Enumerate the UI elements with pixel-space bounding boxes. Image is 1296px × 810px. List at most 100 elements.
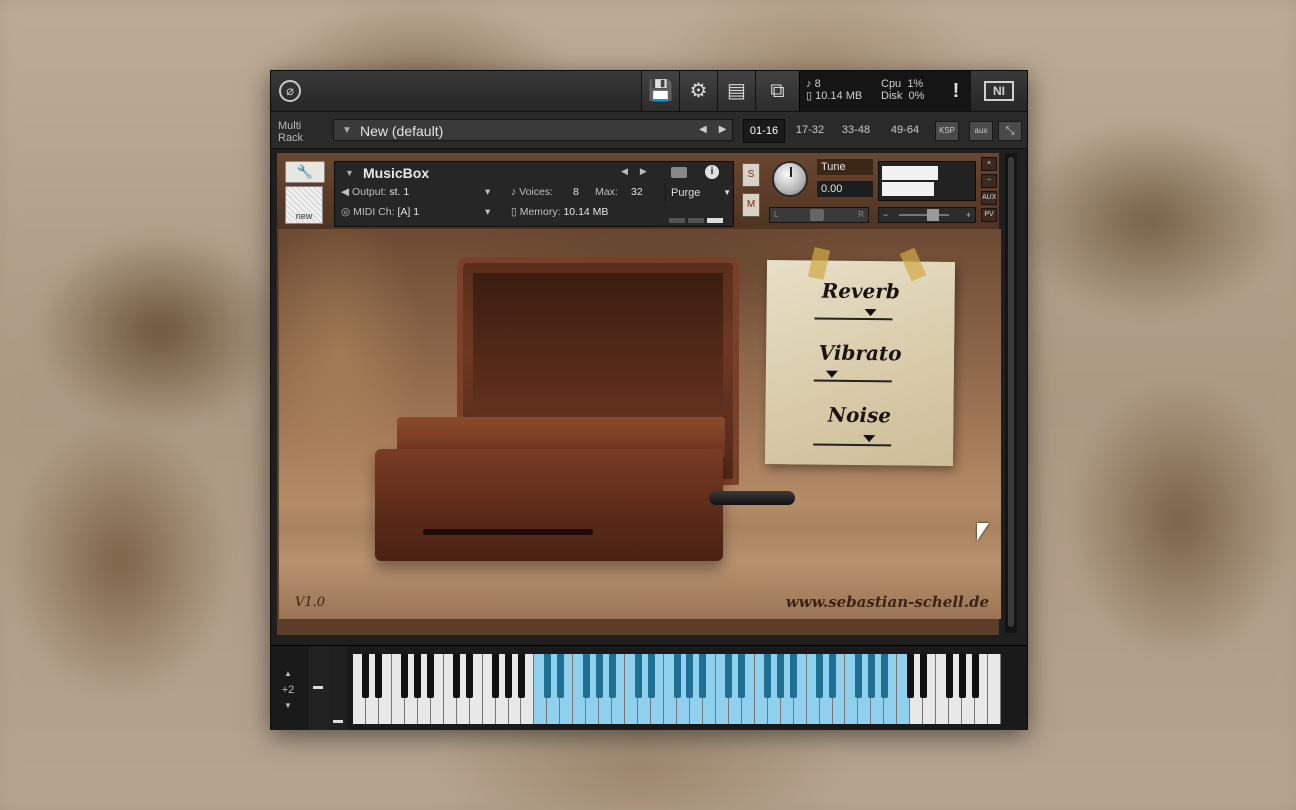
volume-handle[interactable]: [927, 209, 939, 221]
output-row[interactable]: ◀ Output: st. 1 ▾: [341, 186, 490, 198]
mod-wheel[interactable]: [329, 646, 347, 730]
wrench-icon[interactable]: 🔧: [285, 161, 325, 183]
black-key[interactable]: [556, 654, 564, 698]
tune-value[interactable]: 0.00: [817, 181, 873, 197]
vibrato-slider[interactable]: [813, 379, 892, 383]
volume-minus[interactable]: −: [883, 208, 888, 222]
black-key[interactable]: [453, 654, 461, 698]
black-key[interactable]: [945, 654, 953, 698]
black-key[interactable]: [790, 654, 798, 698]
page-tab-49-64[interactable]: 49-64: [883, 119, 927, 141]
black-key[interactable]: [906, 654, 914, 698]
black-key[interactable]: [880, 654, 888, 698]
black-key[interactable]: [427, 654, 435, 698]
rack-scrollbar[interactable]: [1005, 153, 1017, 633]
disk-label: Disk: [881, 90, 903, 102]
black-key[interactable]: [543, 654, 551, 698]
tune-knob[interactable]: [772, 161, 808, 197]
instrument-info-panel: ▼ MusicBox ◀▶ i ◀ Output: st. 1 ▾ ◎ MIDI…: [334, 161, 734, 227]
page-tab-33-48[interactable]: 33-48: [835, 119, 877, 141]
black-key[interactable]: [816, 654, 824, 698]
chevron-down-icon[interactable]: ▾: [485, 206, 490, 218]
pan-handle[interactable]: [810, 209, 824, 221]
max-value[interactable]: 32: [631, 186, 643, 198]
page-tab-01-16[interactable]: 01-16: [743, 119, 785, 143]
black-key[interactable]: [647, 654, 655, 698]
purge-menu[interactable]: Purge ▼: [665, 184, 737, 202]
multi-rack-label-line2: Rack: [278, 132, 304, 144]
black-key[interactable]: [738, 654, 746, 698]
minimize-icon[interactable]: −: [981, 174, 997, 188]
black-key[interactable]: [634, 654, 642, 698]
midi-row[interactable]: ◎ MIDI Ch: [A] 1 ▾: [341, 206, 490, 218]
black-key[interactable]: [582, 654, 590, 698]
black-key[interactable]: [686, 654, 694, 698]
pv-toggle[interactable]: PV: [981, 208, 997, 222]
save-icon[interactable]: 💾: [641, 71, 679, 111]
black-key[interactable]: [505, 654, 513, 698]
black-key[interactable]: [673, 654, 681, 698]
black-key[interactable]: [829, 654, 837, 698]
chevron-down-icon[interactable]: ▾: [485, 186, 490, 198]
black-key[interactable]: [854, 654, 862, 698]
gear-icon[interactable]: ⚙: [679, 71, 717, 111]
chevron-down-icon[interactable]: ▼: [342, 120, 352, 142]
black-key[interactable]: [466, 654, 474, 698]
warning-icon[interactable]: !: [941, 71, 971, 111]
black-key[interactable]: [375, 654, 383, 698]
ni-logo[interactable]: NI: [984, 81, 1014, 101]
aux-toggle[interactable]: AUX: [981, 191, 997, 205]
reverb-label: Reverb: [821, 278, 900, 304]
ksp-button[interactable]: KSP: [935, 121, 959, 141]
black-key[interactable]: [919, 654, 927, 698]
multi-rack-label: Multi Rack: [278, 120, 303, 144]
black-key[interactable]: [958, 654, 966, 698]
instrument-name[interactable]: MusicBox: [363, 165, 429, 181]
rack-nav-arrows[interactable]: ◀▶: [699, 119, 738, 141]
close-icon[interactable]: ×: [981, 157, 997, 171]
stats-memory: 10.14 MB: [815, 90, 863, 102]
black-key[interactable]: [699, 654, 707, 698]
black-key[interactable]: [401, 654, 409, 698]
instrument-nav-arrows[interactable]: ◀▶: [621, 166, 659, 177]
piano-keyboard[interactable]: [353, 654, 1001, 724]
white-key[interactable]: [988, 654, 1001, 724]
layout-icon[interactable]: ▤: [717, 71, 755, 111]
info-icon[interactable]: i: [705, 165, 719, 179]
mute-button[interactable]: M: [742, 193, 760, 217]
rack-name-field[interactable]: ▼ New (default): [333, 119, 733, 141]
pitch-wheel[interactable]: [309, 646, 330, 730]
volume-plus[interactable]: +: [966, 208, 971, 222]
solo-button[interactable]: S: [742, 163, 760, 187]
black-key[interactable]: [608, 654, 616, 698]
page-tab-17-32[interactable]: 17-32: [789, 119, 831, 141]
memory-value: 10.14 MB: [563, 206, 609, 218]
black-key[interactable]: [867, 654, 875, 698]
black-key[interactable]: [595, 654, 603, 698]
collapse-icon[interactable]: ⤡: [998, 121, 1022, 141]
black-key[interactable]: [517, 654, 525, 698]
aux-button[interactable]: aux: [969, 121, 993, 141]
black-key[interactable]: [362, 654, 370, 698]
noise-slider[interactable]: [813, 443, 892, 447]
black-key[interactable]: [764, 654, 772, 698]
black-key[interactable]: [777, 654, 785, 698]
kontakt-logo-icon[interactable]: ⌀: [279, 80, 301, 102]
black-key[interactable]: [492, 654, 500, 698]
voices-icon: ♪: [511, 186, 520, 198]
pan-right-label: R: [858, 210, 864, 219]
volume-slider[interactable]: − +: [878, 207, 976, 223]
black-key[interactable]: [414, 654, 422, 698]
octave-up-icon[interactable]: ▲: [277, 666, 299, 682]
instrument-thumbnail[interactable]: new: [285, 186, 323, 224]
resize-icon[interactable]: ⧉: [755, 71, 799, 111]
effects-note: Reverb Vibrato Noise: [764, 247, 956, 466]
black-key[interactable]: [971, 654, 979, 698]
cpu-label: Cpu: [881, 78, 902, 90]
pan-slider[interactable]: L R: [769, 207, 869, 223]
black-key[interactable]: [725, 654, 733, 698]
chevron-down-icon[interactable]: ▼: [345, 168, 354, 178]
octave-down-icon[interactable]: ▼: [277, 698, 299, 714]
camera-icon[interactable]: [671, 167, 687, 178]
reverb-slider[interactable]: [814, 317, 893, 321]
